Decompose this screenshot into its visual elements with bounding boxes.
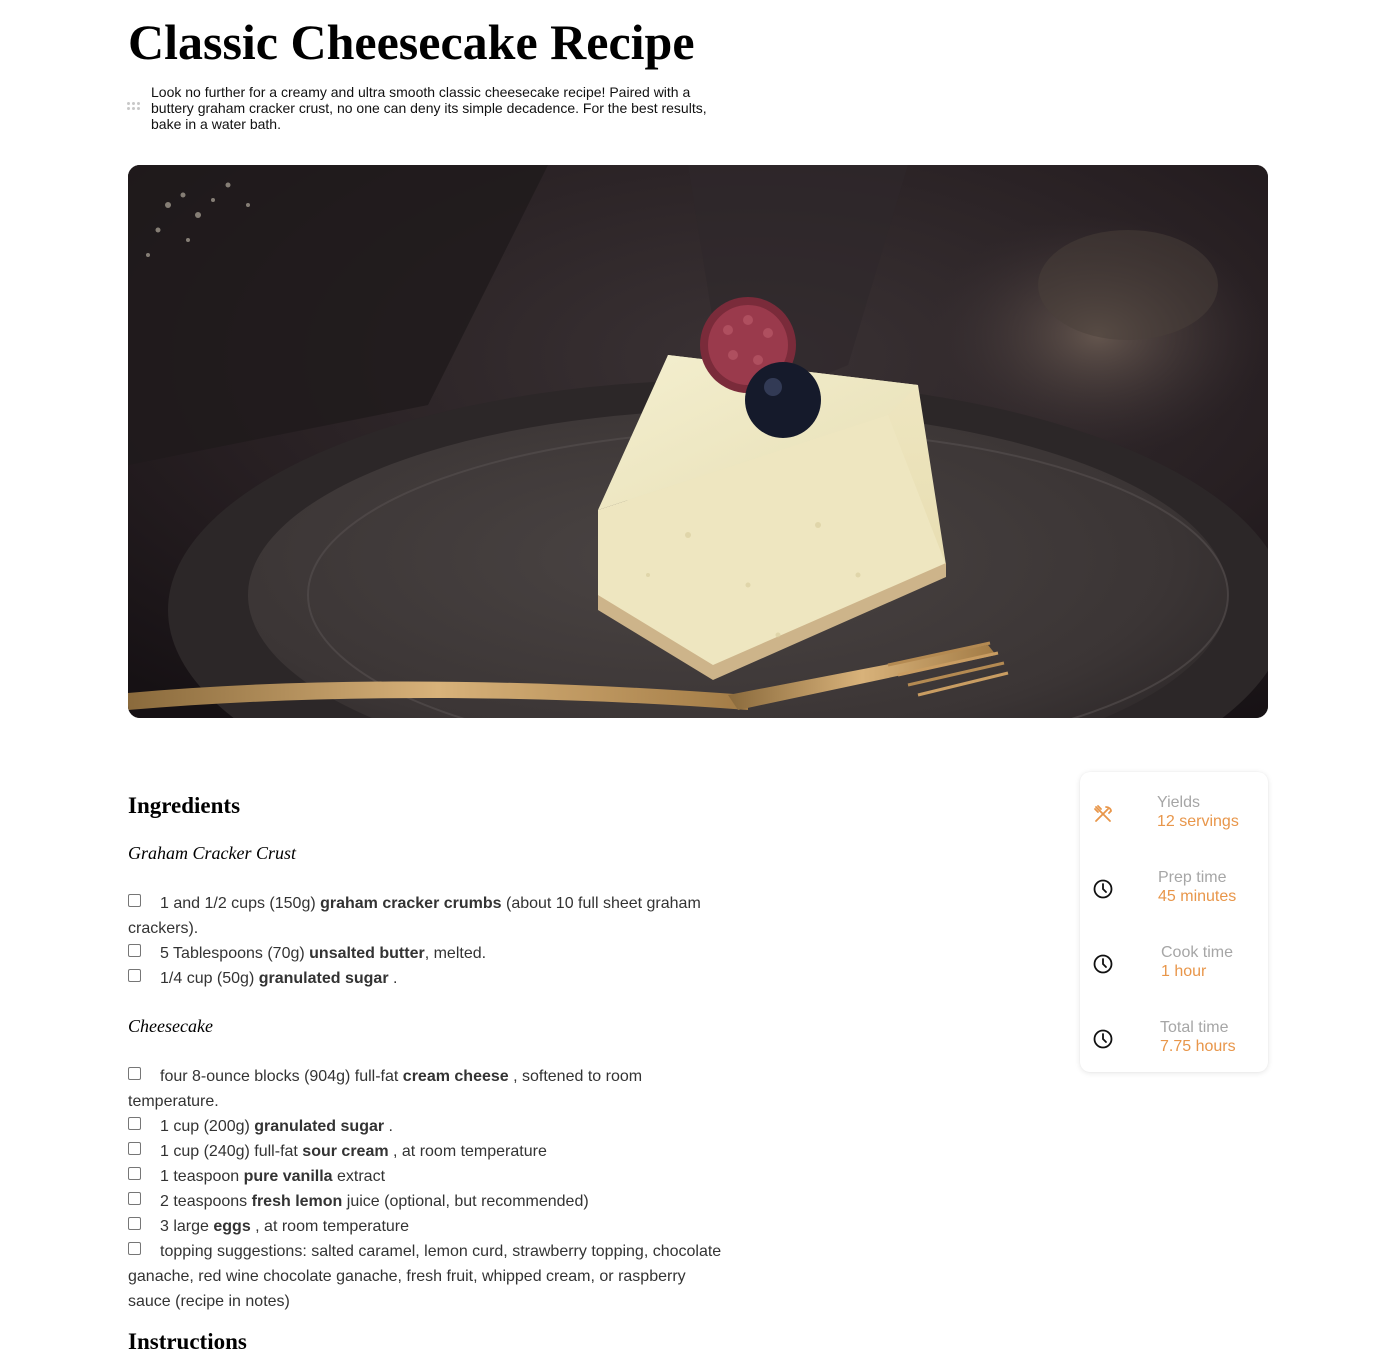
info-row-yields: Yields 12 servings bbox=[1080, 791, 1268, 841]
ingredient-checkbox[interactable] bbox=[128, 969, 141, 982]
info-label: Prep time bbox=[1158, 869, 1227, 886]
page-title: Classic Cheesecake Recipe bbox=[128, 14, 695, 70]
utensils-icon bbox=[1092, 803, 1114, 825]
info-value: 7.75 hours bbox=[1160, 1038, 1236, 1055]
ingredient-item: four 8-ounce blocks (904g) full-fat crea… bbox=[128, 1067, 643, 1110]
ingredient-checkbox[interactable] bbox=[128, 1167, 141, 1180]
ingredient-item: 1/4 cup (50g) granulated sugar . bbox=[128, 966, 728, 991]
info-row-prep-time: Prep time 45 minutes bbox=[1080, 866, 1268, 916]
recipe-info-card: Yields 12 servings Prep time 45 minutes … bbox=[1080, 772, 1268, 1072]
clock-icon bbox=[1092, 878, 1114, 900]
clock-icon bbox=[1092, 1028, 1114, 1050]
ingredient-item: topping suggestions: salted caramel, lem… bbox=[128, 1242, 722, 1310]
ingredient-checkbox[interactable] bbox=[128, 944, 141, 957]
ingredient-item: 1 cup (240g) full-fat sour cream , at ro… bbox=[128, 1139, 728, 1164]
ingredient-item: 2 teaspoons fresh lemon juice (optional,… bbox=[128, 1189, 728, 1214]
info-label: Yields bbox=[1157, 794, 1200, 811]
ingredient-checkbox[interactable] bbox=[128, 894, 141, 907]
ingredient-checkbox[interactable] bbox=[128, 1242, 141, 1255]
info-value: 1 hour bbox=[1161, 963, 1207, 980]
info-label: Total time bbox=[1160, 1019, 1229, 1036]
info-row-total-time: Total time 7.75 hours bbox=[1080, 1016, 1268, 1066]
ingredient-checkbox[interactable] bbox=[128, 1192, 141, 1205]
ingredient-list: four 8-ounce blocks (904g) full-fat crea… bbox=[128, 1064, 728, 1314]
drag-handle-icon[interactable] bbox=[127, 102, 141, 112]
info-value: 45 minutes bbox=[1158, 888, 1237, 905]
info-value: 12 servings bbox=[1157, 813, 1239, 830]
ingredient-checkbox[interactable] bbox=[128, 1217, 141, 1230]
ingredient-list: 1 and 1/2 cups (150g) graham cracker cru… bbox=[128, 891, 728, 991]
ingredient-group-title: Cheesecake bbox=[128, 1016, 213, 1036]
ingredient-checkbox[interactable] bbox=[128, 1117, 141, 1130]
info-label: Cook time bbox=[1161, 944, 1234, 961]
intro-text: Look no further for a creamy and ultra s… bbox=[151, 84, 707, 132]
ingredients-section: Ingredients Graham Cracker Crust 1 and 1… bbox=[128, 790, 728, 1314]
ingredient-item: 1 teaspoon pure vanilla extract bbox=[128, 1164, 728, 1189]
hero-image bbox=[128, 165, 1268, 718]
ingredient-item: 5 Tablespoons (70g) unsalted butter, mel… bbox=[128, 941, 728, 966]
ingredient-item: 1 cup (200g) granulated sugar . bbox=[128, 1114, 728, 1139]
ingredient-checkbox[interactable] bbox=[128, 1067, 141, 1080]
ingredient-group-title: Graham Cracker Crust bbox=[128, 843, 297, 863]
info-row-cook-time: Cook time 1 hour bbox=[1080, 941, 1268, 991]
ingredients-heading: Ingredients bbox=[128, 793, 241, 818]
ingredient-checkbox[interactable] bbox=[128, 1142, 141, 1155]
clock-icon bbox=[1092, 953, 1114, 975]
instructions-heading: Instructions bbox=[128, 1329, 247, 1354]
ingredient-item: 1 and 1/2 cups (150g) graham cracker cru… bbox=[128, 894, 701, 937]
ingredient-item: 3 large eggs , at room temperature bbox=[128, 1214, 728, 1239]
